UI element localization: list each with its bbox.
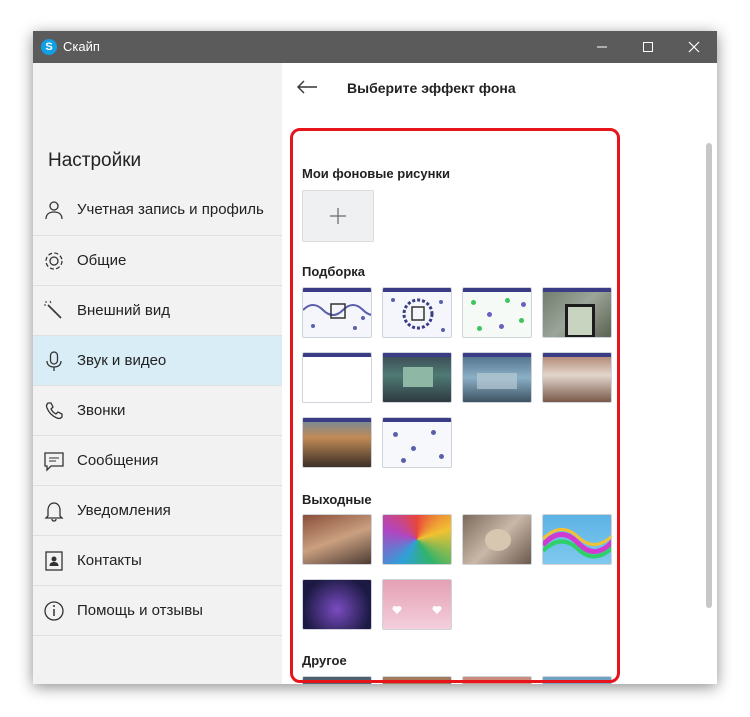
background-tile[interactable] (382, 676, 452, 684)
scrollbar[interactable] (706, 143, 712, 608)
person-icon (43, 199, 65, 221)
phone-icon (43, 400, 65, 422)
sidebar-item-general[interactable]: Общие (33, 236, 282, 286)
settings-sidebar: Настройки Учетная запись и профиль Общие… (33, 63, 282, 684)
sidebar-item-messages[interactable]: Сообщения (33, 436, 282, 486)
sidebar-item-appearance[interactable]: Внешний вид (33, 286, 282, 336)
background-tile[interactable] (302, 514, 372, 565)
background-tile[interactable] (462, 514, 532, 565)
back-button[interactable] (295, 77, 321, 97)
background-tile[interactable] (542, 676, 612, 684)
minimize-button[interactable] (579, 31, 625, 63)
background-tile[interactable] (462, 676, 532, 684)
sidebar-item-label: Контакты (77, 551, 142, 569)
title-bar[interactable]: S Скайп (33, 31, 717, 63)
sidebar-item-calls[interactable]: Звонки (33, 386, 282, 436)
sidebar-item-label: Общие (77, 251, 127, 269)
background-tile[interactable] (302, 352, 372, 403)
sidebar-title: Настройки (48, 150, 142, 171)
background-tile[interactable] (542, 514, 612, 565)
sidebar-item-help[interactable]: Помощь и отзывы (33, 586, 282, 636)
sidebar-item-label: Звук и видео (77, 351, 167, 369)
background-tile[interactable] (302, 579, 372, 630)
plus-icon (330, 208, 346, 224)
background-tile[interactable] (382, 579, 452, 630)
backgrounds-panel: Мои фоновые рисунки Подборка Выходные Др… (292, 128, 616, 684)
sidebar-item-notifications[interactable]: Уведомления (33, 486, 282, 536)
skype-window: S Скайп Настройки Учетная запись и профи… (33, 31, 717, 684)
background-tile[interactable] (542, 287, 612, 338)
section-my-backgrounds-title: Мои фоновые рисунки (302, 166, 450, 181)
magic-wand-icon (43, 300, 65, 322)
sidebar-item-label: Сообщения (77, 451, 159, 469)
sidebar-item-label: Помощь и отзывы (77, 601, 203, 619)
microphone-icon (43, 350, 65, 372)
background-tile[interactable] (302, 287, 372, 338)
background-tile[interactable] (382, 352, 452, 403)
background-tile[interactable] (462, 352, 532, 403)
sidebar-item-label: Звонки (77, 401, 126, 419)
message-icon (43, 450, 65, 472)
sidebar-item-label: Уведомления (77, 501, 171, 519)
sidebar-item-audio-video[interactable]: Звук и видео (33, 336, 282, 386)
info-icon (43, 600, 65, 622)
close-button[interactable] (671, 31, 717, 63)
contact-card-icon (43, 550, 65, 572)
background-tile[interactable] (462, 287, 532, 338)
gear-icon (43, 250, 65, 272)
sidebar-item-label: Учетная запись и профиль (77, 201, 264, 218)
background-tile[interactable] (302, 417, 372, 468)
settings-nav: Учетная запись и профиль Общие Внешний в… (33, 185, 282, 636)
window-title: Скайп (63, 39, 100, 54)
maximize-button[interactable] (625, 31, 671, 63)
close-icon (688, 41, 700, 53)
background-tile[interactable] (382, 514, 452, 565)
back-arrow-icon (297, 80, 317, 94)
page-title: Выберите эффект фона (347, 80, 516, 96)
sidebar-item-contacts[interactable]: Контакты (33, 536, 282, 586)
skype-logo-icon: S (41, 39, 57, 55)
section-featured-title: Подборка (302, 264, 366, 279)
background-tile[interactable] (302, 676, 372, 684)
section-other-title: Другое (302, 653, 347, 668)
add-background-button[interactable] (302, 190, 374, 242)
bell-icon (43, 500, 65, 522)
sidebar-item-label: Внешний вид (77, 301, 170, 319)
background-tile[interactable] (542, 352, 612, 403)
background-effect-pane: Выберите эффект фона Мои фоновые рисунки… (282, 63, 717, 684)
sidebar-item-account[interactable]: Учетная запись и профиль (33, 185, 282, 236)
background-tile[interactable] (382, 287, 452, 338)
minimize-icon (597, 46, 607, 48)
maximize-icon (643, 42, 653, 52)
section-weekend-title: Выходные (302, 492, 372, 507)
background-tile[interactable] (382, 417, 452, 468)
